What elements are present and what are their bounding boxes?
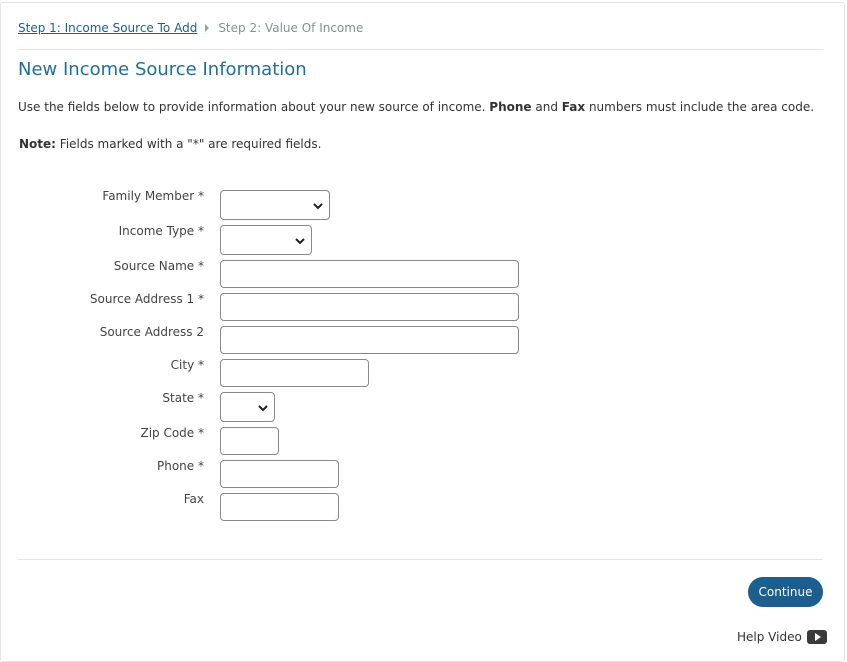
help-video-link[interactable]: Help Video <box>737 630 827 644</box>
page-title: New Income Source Information <box>18 59 307 80</box>
source-address1-input[interactable] <box>220 293 519 321</box>
income-type-select[interactable] <box>220 225 312 255</box>
continue-button[interactable]: Continue <box>748 577 823 607</box>
breadcrumb-step2: Step 2: Value Of Income <box>218 21 364 35</box>
family-member-select[interactable] <box>220 190 330 220</box>
source-address2-input[interactable] <box>220 326 519 354</box>
fax-label: Fax <box>183 492 204 506</box>
intro-part2: numbers must include the area code. <box>585 100 815 114</box>
intro-text: Use the fields below to provide informat… <box>18 100 814 114</box>
chevron-down-icon <box>313 203 323 210</box>
intro-phone: Phone <box>489 100 532 114</box>
help-video-label: Help Video <box>737 630 802 644</box>
intro-part1: Use the fields below to provide informat… <box>18 100 490 114</box>
income-type-label: Income Type * <box>118 224 204 238</box>
required-note: Note: Fields marked with a "*" are requi… <box>19 137 321 151</box>
state-select[interactable] <box>220 392 275 422</box>
phone-label: Phone * <box>157 459 204 473</box>
fax-input[interactable] <box>220 493 339 521</box>
zip-code-input[interactable] <box>220 427 279 455</box>
breadcrumb-step1-link[interactable]: Step 1: Income Source To Add <box>18 21 197 35</box>
intro-fax: Fax <box>561 100 586 114</box>
source-address1-label: Source Address 1 * <box>89 292 204 306</box>
city-input[interactable] <box>220 359 369 387</box>
divider-top <box>18 49 823 50</box>
city-label: City * <box>170 358 204 372</box>
note-text: Fields marked with a "*" are required fi… <box>55 137 322 151</box>
chevron-down-icon <box>295 238 305 245</box>
breadcrumb-separator-icon <box>205 24 210 32</box>
family-member-label: Family Member * <box>102 189 204 203</box>
zip-code-label: Zip Code * <box>140 426 204 440</box>
phone-input[interactable] <box>220 460 339 488</box>
source-name-input[interactable] <box>220 260 519 288</box>
state-label: State * <box>162 391 204 405</box>
intro-and: and <box>531 100 562 114</box>
chevron-down-icon <box>258 405 268 412</box>
breadcrumb: Step 1: Income Source To Add Step 2: Val… <box>18 21 363 35</box>
play-video-icon <box>806 630 827 644</box>
source-address2-label: Source Address 2 <box>99 325 204 339</box>
note-label: Note: <box>19 137 56 151</box>
divider-bottom <box>18 559 823 560</box>
source-name-label: Source Name * <box>113 259 204 273</box>
